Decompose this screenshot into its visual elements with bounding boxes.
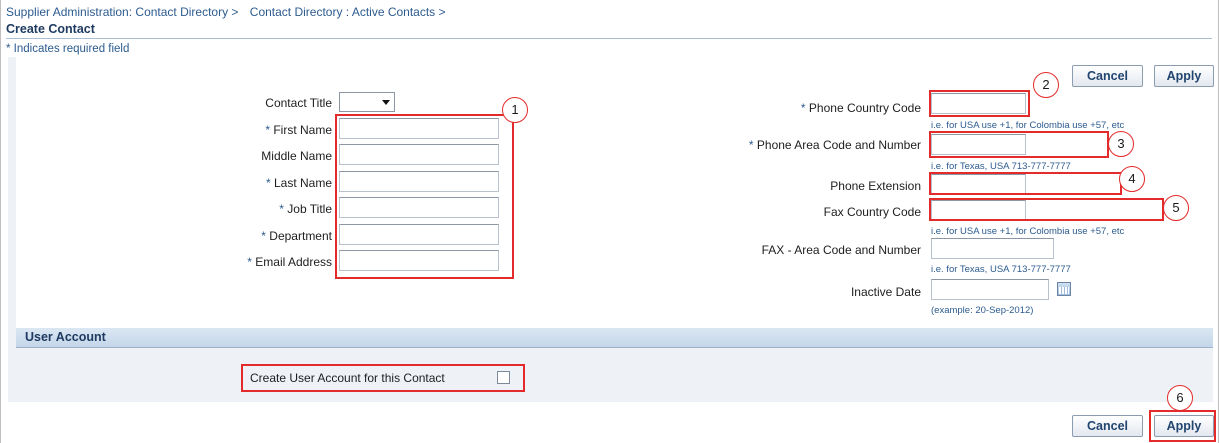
callout-2: 2 bbox=[1033, 72, 1059, 98]
highlight-box-name-fields bbox=[335, 114, 514, 279]
phone-country-code-label: * Phone Country Code bbox=[800, 101, 921, 115]
highlight-box-apply bbox=[1149, 410, 1216, 442]
breadcrumb-link-contact-directory[interactable]: Supplier Administration: Contact Directo… bbox=[6, 5, 238, 19]
highlight-box-user-account bbox=[241, 364, 525, 392]
inactive-date-hint: (example: 20-Sep-2012) bbox=[931, 305, 1034, 316]
breadcrumb: Supplier Administration: Contact Directo… bbox=[6, 5, 454, 19]
last-name-label: * Last Name bbox=[265, 176, 332, 190]
highlight-box-fax-country bbox=[929, 198, 1164, 221]
callout-3: 3 bbox=[1108, 131, 1134, 157]
callout-5: 5 bbox=[1163, 195, 1189, 221]
middle-name-label: Middle Name bbox=[261, 149, 332, 163]
required-field-note: * Indicates required field bbox=[6, 43, 130, 55]
highlight-box-phone-extension bbox=[929, 172, 1122, 195]
contact-title-select[interactable] bbox=[339, 92, 395, 112]
first-name-label: * First Name bbox=[265, 123, 332, 137]
page-title: Create Contact bbox=[6, 22, 95, 36]
email-address-label: * Email Address bbox=[247, 255, 332, 269]
user-account-section-body bbox=[16, 348, 1213, 402]
breadcrumb-link-active-contacts[interactable]: Contact Directory : Active Contacts > bbox=[250, 5, 446, 19]
contact-title-label: Contact Title bbox=[265, 96, 332, 110]
callout-4: 4 bbox=[1119, 166, 1145, 192]
calendar-icon[interactable] bbox=[1057, 282, 1071, 296]
phone-country-code-hint: i.e. for USA use +1, for Colombia use +5… bbox=[931, 120, 1125, 131]
callout-1: 1 bbox=[502, 97, 528, 123]
phone-area-code-hint: i.e. for Texas, USA 713-777-7777 bbox=[931, 161, 1071, 172]
department-label: * Department bbox=[261, 229, 332, 243]
fax-area-code-hint: i.e. for Texas, USA 713-777-7777 bbox=[931, 264, 1071, 275]
phone-extension-label: Phone Extension bbox=[830, 179, 921, 193]
cancel-button-bottom[interactable]: Cancel bbox=[1072, 415, 1143, 437]
fax-country-code-label: Fax Country Code bbox=[823, 205, 921, 219]
fax-area-code-label: FAX - Area Code and Number bbox=[761, 243, 921, 257]
left-panel-strip bbox=[8, 57, 16, 402]
highlight-box-phone-area bbox=[929, 131, 1109, 158]
title-divider bbox=[6, 38, 1212, 39]
inactive-date-label: Inactive Date bbox=[850, 285, 921, 299]
fax-country-code-hint: i.e. for USA use +1, for Colombia use +5… bbox=[931, 226, 1125, 237]
user-account-section-header: User Account bbox=[16, 328, 1213, 348]
inactive-date-field[interactable] bbox=[931, 279, 1049, 300]
apply-button-top[interactable]: Apply bbox=[1154, 65, 1214, 87]
fax-area-code-field[interactable] bbox=[931, 238, 1054, 259]
callout-6: 6 bbox=[1167, 385, 1193, 411]
chevron-down-icon bbox=[382, 100, 390, 105]
cancel-button-top[interactable]: Cancel bbox=[1072, 65, 1143, 87]
phone-area-code-label: * Phone Area Code and Number bbox=[748, 138, 921, 152]
highlight-box-phone-country bbox=[929, 90, 1030, 117]
job-title-label: * Job Title bbox=[279, 202, 332, 216]
